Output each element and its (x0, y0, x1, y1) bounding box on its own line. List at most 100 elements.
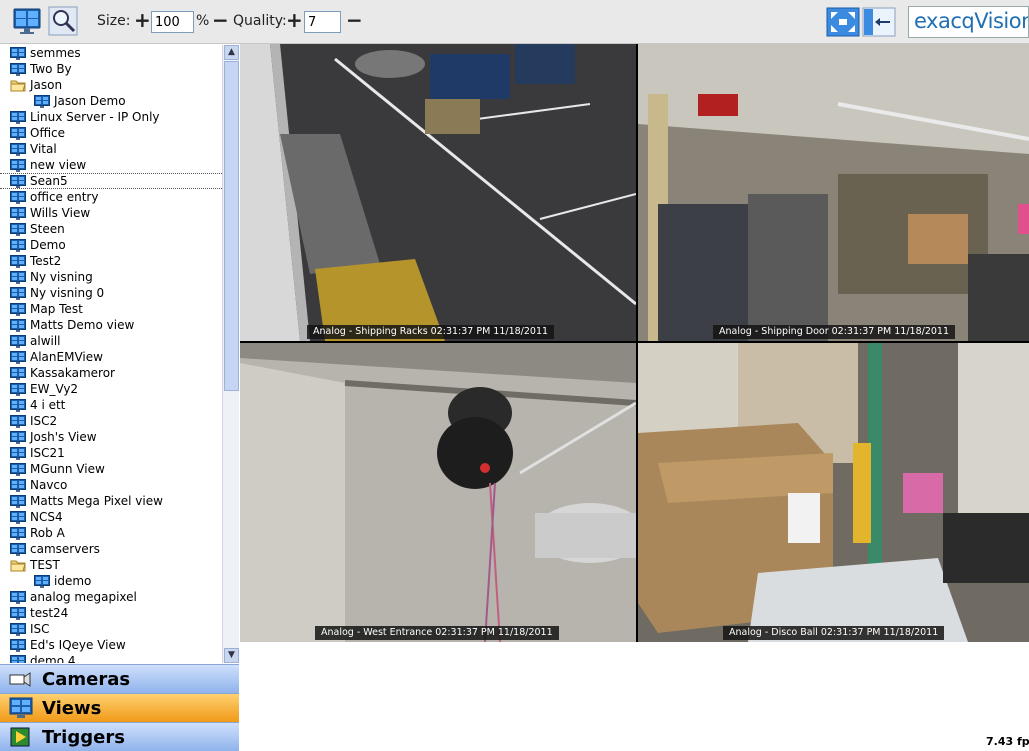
tree-view-item[interactable]: ISC21 (0, 445, 222, 461)
tree-view-item[interactable]: Ny visning 0 (0, 285, 222, 301)
tree-item-label: analog megapixel (30, 590, 137, 604)
size-input[interactable] (151, 11, 194, 33)
tree-view-item[interactable]: office entry (0, 189, 222, 205)
view-icon (10, 318, 26, 332)
tree-view-item[interactable]: ISC (0, 621, 222, 637)
tree-item-label: Linux Server - IP Only (30, 110, 160, 124)
view-icon (10, 238, 26, 252)
tree-item-label: ISC (30, 622, 50, 636)
tree-view-item[interactable]: AlanEMView (0, 349, 222, 365)
tree-folder[interactable]: Jason (0, 77, 222, 93)
tree-item-label: TEST (30, 558, 60, 572)
quality-decrease-button[interactable]: − (346, 8, 363, 32)
tree-view-item[interactable]: Josh's View (0, 429, 222, 445)
view-icon (10, 622, 26, 636)
size-increase-button[interactable]: + (134, 8, 151, 32)
view-icon (10, 350, 26, 364)
tree-view-item[interactable]: MGunn View (0, 461, 222, 477)
view-icon (10, 638, 26, 652)
video-grid: Analog - Shipping Racks 02:31:37 PM 11/1… (240, 44, 1029, 642)
tree-view-item[interactable]: Demo (0, 237, 222, 253)
quality-input[interactable] (304, 11, 341, 33)
tree-view-item[interactable]: analog megapixel (0, 589, 222, 605)
tree-item-label: Sean5 (30, 174, 68, 188)
view-icon (10, 446, 26, 460)
quality-increase-button[interactable]: + (286, 8, 303, 32)
tree-view-item[interactable]: Jason Demo (0, 93, 222, 109)
tree-view-item[interactable]: Sean5 (0, 173, 222, 189)
tree-view-item[interactable]: Two By (0, 61, 222, 77)
triggers-label: Triggers (42, 726, 125, 748)
view-icon (10, 366, 26, 380)
tree-scrollbar[interactable]: ▲ ▼ (222, 45, 239, 663)
tree-item-label: Vital (30, 142, 57, 156)
tree-view-item[interactable]: Test2 (0, 253, 222, 269)
exacqvision-logo: exacqVision (908, 6, 1029, 38)
tree-item-label: camservers (30, 542, 100, 556)
tree-item-label: Jason Demo (54, 94, 126, 108)
tree-item-label: Matts Demo view (30, 318, 135, 332)
scroll-up-arrow[interactable]: ▲ (224, 45, 239, 60)
tree-view-item[interactable]: Wills View (0, 205, 222, 221)
tree-view-item[interactable]: Navco (0, 477, 222, 493)
tree-view-item[interactable]: demo 4 (0, 653, 222, 663)
tree-view-item[interactable]: 4 i ett (0, 397, 222, 413)
tree-item-label: Josh's View (30, 430, 97, 444)
tree-item-label: Navco (30, 478, 68, 492)
tree-view-item[interactable]: Steen (0, 221, 222, 237)
video-tile-shipping-racks[interactable]: Analog - Shipping Racks 02:31:37 PM 11/1… (240, 44, 636, 341)
view-icon (10, 302, 26, 316)
tree-view-item[interactable]: Linux Server - IP Only (0, 109, 222, 125)
camera-feed-image (638, 44, 1029, 341)
tree-view-item[interactable]: idemo (0, 573, 222, 589)
tree-view-item[interactable]: Matts Demo view (0, 317, 222, 333)
monitor-icon[interactable] (12, 6, 42, 36)
view-icon (10, 462, 26, 476)
view-icon (10, 478, 26, 492)
tree-view-item[interactable]: semmes (0, 45, 222, 61)
toolbar: Size: + % − Quality: + − exacqVision (0, 0, 1029, 44)
view-icon (10, 414, 26, 428)
view-icon (34, 574, 50, 588)
tree-view-item[interactable]: EW_Vy2 (0, 381, 222, 397)
camera-feed-image (240, 343, 636, 642)
collapse-panel-icon[interactable] (862, 7, 896, 37)
video-tile-west-entrance[interactable]: Analog - West Entrance 02:31:37 PM 11/18… (240, 343, 636, 642)
tree-view-item[interactable]: Rob A (0, 525, 222, 541)
tree-view-item[interactable]: Ed's IQeye View (0, 637, 222, 653)
folder-icon (10, 560, 26, 571)
views-nav-button[interactable]: Views (0, 693, 239, 722)
tree-item-label: demo 4 (30, 654, 76, 663)
video-tile-disco-ball[interactable]: Analog - Disco Ball 02:31:37 PM 11/18/20… (638, 343, 1029, 642)
tree-view-item[interactable]: alwill (0, 333, 222, 349)
tree-view-item[interactable]: Kassakameror (0, 365, 222, 381)
fullscreen-icon[interactable] (826, 7, 860, 37)
size-decrease-button[interactable]: − (212, 8, 229, 32)
tree-view-item[interactable]: Office (0, 125, 222, 141)
tree-view-item[interactable]: Map Test (0, 301, 222, 317)
quality-label: Quality: (233, 13, 287, 29)
cameras-nav-button[interactable]: Cameras (0, 664, 239, 693)
zoom-icon[interactable] (48, 6, 78, 36)
tree-view-item[interactable]: Matts Mega Pixel view (0, 493, 222, 509)
tree-view-item[interactable]: camservers (0, 541, 222, 557)
scroll-down-arrow[interactable]: ▼ (224, 648, 239, 663)
tile-caption: Analog - Shipping Door 02:31:37 PM 11/18… (713, 325, 956, 339)
tree-view-item[interactable]: test24 (0, 605, 222, 621)
tree-item-label: Test2 (30, 254, 62, 268)
tree-folder[interactable]: TEST (0, 557, 222, 573)
tree-view-item[interactable]: ISC2 (0, 413, 222, 429)
tree-view-item[interactable]: new view (0, 157, 222, 173)
view-icon (10, 526, 26, 540)
tree-view-item[interactable]: Ny visning (0, 269, 222, 285)
tree-view-item[interactable]: NCS4 (0, 509, 222, 525)
tree-view-item[interactable]: Vital (0, 141, 222, 157)
tree-item-label: Kassakameror (30, 366, 115, 380)
scroll-thumb[interactable] (224, 61, 239, 391)
tree-item-label: Wills View (30, 206, 91, 220)
tree-item-label: Map Test (30, 302, 83, 316)
view-icon (10, 158, 26, 172)
view-icon (10, 270, 26, 284)
triggers-nav-button[interactable]: Triggers (0, 722, 239, 751)
video-tile-shipping-door[interactable]: Analog - Shipping Door 02:31:37 PM 11/18… (638, 44, 1029, 341)
